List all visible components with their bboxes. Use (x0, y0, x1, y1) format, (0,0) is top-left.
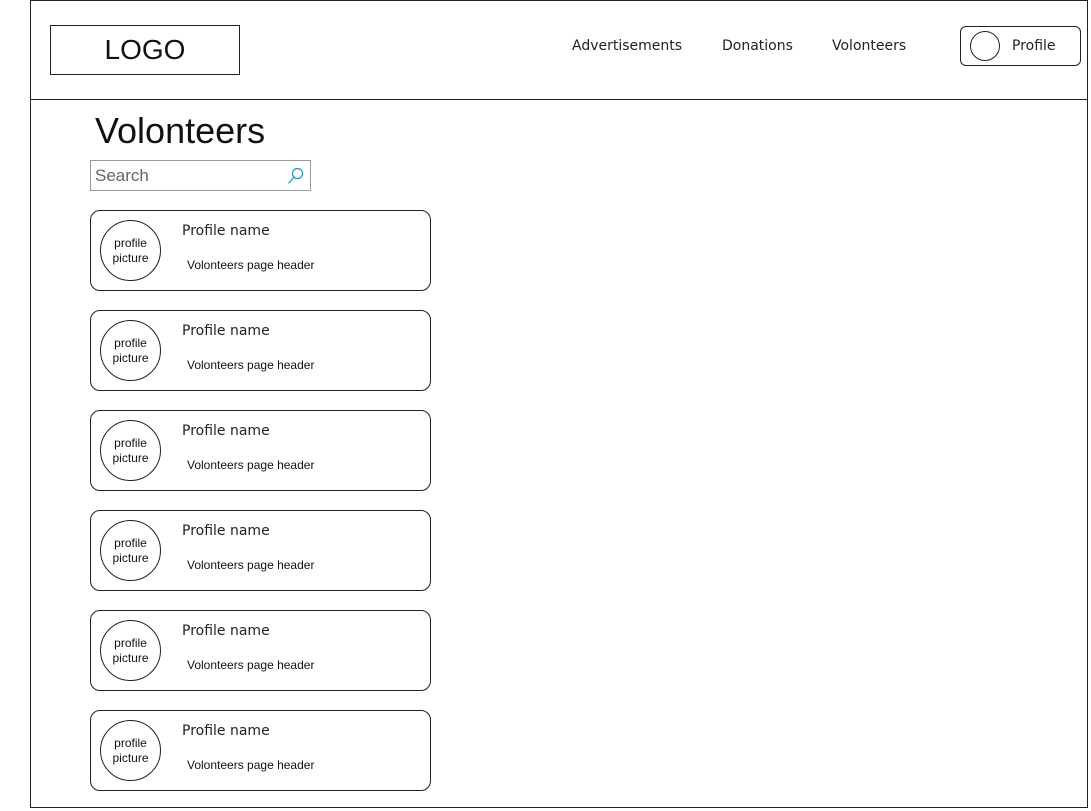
profile-picture-label: picture (112, 750, 149, 765)
profile-button[interactable]: Profile (960, 26, 1081, 66)
profile-subtitle: Volonteers page header (187, 558, 315, 572)
volunteer-card[interactable]: profile picture Profile name Volonteers p… (90, 310, 431, 391)
profile-picture-label: picture (112, 450, 149, 465)
logo[interactable]: LOGO (50, 25, 240, 75)
profile-picture-label: picture (112, 350, 149, 365)
profile-picture-label: picture (112, 250, 149, 265)
volunteer-card[interactable]: profile picture Profile name Volonteers p… (90, 710, 431, 791)
page-title: Volonteers (95, 110, 266, 151)
volunteer-card[interactable]: profile picture Profile name Volonteers p… (90, 610, 431, 691)
profile-picture-label: profile (114, 535, 147, 550)
search-icon[interactable] (286, 166, 306, 186)
profile-label: Profile (1012, 38, 1056, 54)
profile-picture: profile picture (100, 220, 161, 281)
profile-name: Profile name (182, 223, 270, 239)
volunteer-card[interactable]: profile picture Profile name Volonteers p… (90, 210, 431, 291)
nav-advertisements[interactable]: Advertisements (572, 38, 682, 54)
profile-name: Profile name (182, 623, 270, 639)
profile-picture: profile picture (100, 520, 161, 581)
nav-volonteers[interactable]: Volonteers (832, 38, 906, 54)
profile-picture-label: profile (114, 335, 147, 350)
profile-picture-label: profile (114, 635, 147, 650)
profile-picture-label: profile (114, 235, 147, 250)
profile-subtitle: Volonteers page header (187, 758, 315, 772)
profile-name: Profile name (182, 723, 270, 739)
profile-name: Profile name (182, 523, 270, 539)
profile-subtitle: Volonteers page header (187, 658, 315, 672)
volunteer-card[interactable]: profile picture Profile name Volonteers p… (90, 410, 431, 491)
profile-picture: profile picture (100, 720, 161, 781)
profile-subtitle: Volonteers page header (187, 258, 315, 272)
profile-name: Profile name (182, 323, 270, 339)
profile-picture: profile picture (100, 420, 161, 481)
profile-name: Profile name (182, 423, 270, 439)
nav-donations[interactable]: Donations (722, 38, 793, 54)
profile-subtitle: Volonteers page header (187, 458, 315, 472)
profile-subtitle: Volonteers page header (187, 358, 315, 372)
search-box (90, 160, 311, 191)
search-input[interactable] (91, 165, 284, 186)
logo-text: LOGO (104, 34, 186, 65)
profile-picture-label: profile (114, 735, 147, 750)
volunteer-card[interactable]: profile picture Profile name Volonteers p… (90, 510, 431, 591)
profile-picture-label: profile (114, 435, 147, 450)
avatar-icon (970, 31, 1000, 61)
profile-picture-label: picture (112, 650, 149, 665)
profile-picture: profile picture (100, 620, 161, 681)
profile-picture: profile picture (100, 320, 161, 381)
profile-picture-label: picture (112, 550, 149, 565)
